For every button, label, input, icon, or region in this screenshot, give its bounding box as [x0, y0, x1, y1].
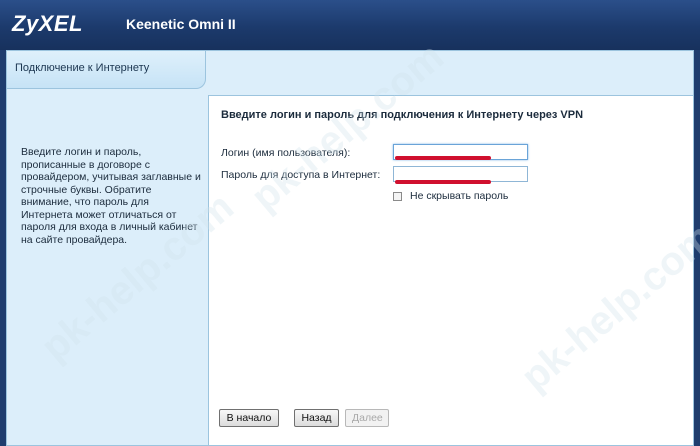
- start-button[interactable]: В начало: [219, 409, 279, 427]
- show-password-checkbox[interactable]: [393, 192, 402, 201]
- login-label: Логин (имя пользователя):: [221, 147, 351, 159]
- back-button[interactable]: Назад: [294, 409, 339, 427]
- login-redaction-mark: [395, 156, 491, 160]
- password-label: Пароль для доступа в Интернет:: [221, 169, 381, 181]
- content-panel: Введите логин и пароль для подключения к…: [208, 95, 693, 445]
- show-password-label[interactable]: Не скрывать пароль: [410, 190, 508, 202]
- password-redaction-mark: [395, 180, 491, 184]
- main-frame: Подключение к Интернету Введите логин и …: [6, 50, 694, 446]
- brand-logo: ZyXEL: [12, 11, 83, 36]
- device-model: Keenetic Omni II: [126, 16, 236, 32]
- form-heading: Введите логин и пароль для подключения к…: [221, 109, 584, 121]
- next-button[interactable]: Далее: [345, 409, 389, 427]
- app-header: ZyXEL Keenetic Omni II: [0, 0, 700, 50]
- help-text: Введите логин и пароль, прописанные в до…: [21, 146, 201, 246]
- sidebar-title: Подключение к Интернету: [7, 51, 206, 89]
